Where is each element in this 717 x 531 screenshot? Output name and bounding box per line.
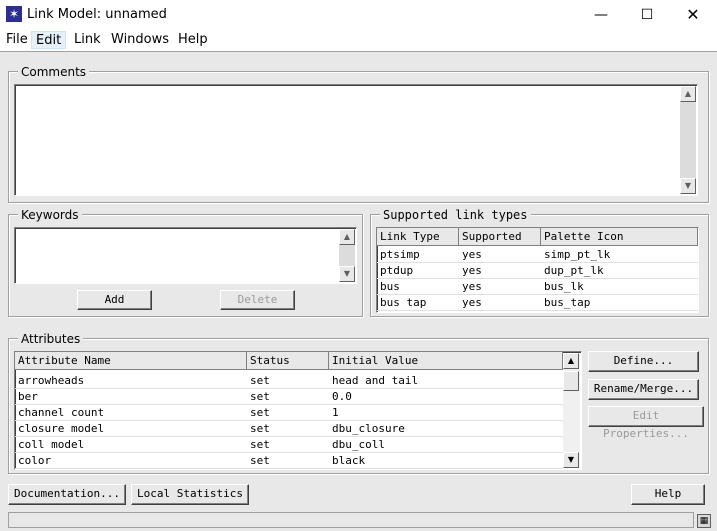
table-row[interactable]: channel count set 1 xyxy=(15,405,563,421)
attribute-status-cell: set xyxy=(250,454,270,467)
attribute-value-cell: head and tail xyxy=(332,374,419,387)
attribute-name-cell: coll model xyxy=(18,438,85,451)
local-statistics-button[interactable]: Local Statistics xyxy=(131,484,249,505)
comments-label: Comments xyxy=(18,65,90,79)
add-keyword-button[interactable]: Add xyxy=(77,290,152,310)
attribute-status-cell: set xyxy=(250,438,270,451)
menu-link[interactable]: Link xyxy=(70,31,105,49)
window-title: Link Model: unnamed xyxy=(27,7,167,22)
menu-file[interactable]: File xyxy=(2,31,32,49)
scroll-thumb[interactable] xyxy=(563,371,579,391)
attribute-status-cell: set xyxy=(250,422,270,435)
attributes-scrollbar[interactable]: ▲ ▼ xyxy=(563,353,580,468)
comments-scrollbar[interactable]: ▲ ▼ xyxy=(680,86,696,194)
scroll-down-icon[interactable]: ▼ xyxy=(563,452,579,468)
link-types-header-type[interactable]: Link Type xyxy=(377,228,459,246)
close-button[interactable]: ✕ xyxy=(670,0,716,30)
attribute-value-cell: black xyxy=(332,454,366,467)
minimize-button[interactable]: — xyxy=(578,0,624,30)
palette-icon-cell: bus_tap xyxy=(544,296,591,309)
table-row[interactable]: bus tap yes bus_tap xyxy=(377,295,698,311)
table-row[interactable]: coll model set dbu_coll xyxy=(15,437,563,453)
link-type-cell: bus tap xyxy=(380,296,427,309)
attribute-name-cell: channel count xyxy=(18,406,105,419)
table-row[interactable]: bus yes bus_lk xyxy=(377,279,698,295)
attributes-header-status[interactable]: Status xyxy=(247,352,329,370)
table-row[interactable]: arrowheads set head and tail xyxy=(15,373,563,389)
attributes-label: Attributes xyxy=(18,332,84,346)
supported-cell: yes xyxy=(462,280,482,293)
rename-merge-button[interactable]: Rename/Merge... xyxy=(588,379,699,400)
attribute-name-cell: arrowheads xyxy=(18,374,85,387)
link-types-label: Supported link types xyxy=(380,208,531,222)
supported-cell: yes xyxy=(462,296,482,309)
scroll-up-icon[interactable]: ▲ xyxy=(563,353,579,369)
keywords-scrollbar[interactable]: ▲ ▼ xyxy=(339,229,355,282)
table-row[interactable]: ptdup yes dup_pt_lk xyxy=(377,263,698,279)
star-icon: ✶ xyxy=(6,6,22,22)
link-type-cell: bus xyxy=(380,280,400,293)
link-types-header-icon[interactable]: Palette Icon xyxy=(541,228,698,246)
keywords-list[interactable] xyxy=(14,227,357,284)
attribute-status-cell: set xyxy=(250,406,270,419)
scroll-down-icon[interactable]: ▼ xyxy=(680,178,696,194)
help-button[interactable]: Help xyxy=(631,484,705,505)
supported-cell: yes xyxy=(462,248,482,261)
attribute-name-cell: color xyxy=(18,454,52,467)
scroll-down-icon[interactable]: ▼ xyxy=(339,266,355,282)
attribute-value-cell: dbu_coll xyxy=(332,438,385,451)
define-button[interactable]: Define... xyxy=(588,351,699,372)
status-icon[interactable]: ▦ xyxy=(697,514,711,528)
edit-properties-button[interactable]: Edit Properties... xyxy=(588,406,704,440)
status-bar xyxy=(8,512,694,528)
attribute-status-cell: set xyxy=(250,374,270,387)
attribute-value-cell: dbu_closure xyxy=(332,422,405,435)
table-row[interactable]: ptsimp yes simp_pt_lk xyxy=(377,247,698,263)
table-row[interactable]: closure model set dbu_closure xyxy=(15,421,563,437)
comments-textarea[interactable] xyxy=(14,84,698,196)
link-type-cell: ptdup xyxy=(380,264,414,277)
palette-icon-cell: bus_lk xyxy=(544,280,584,293)
attribute-value-cell: 0.0 xyxy=(332,390,352,403)
attribute-value-cell: 1 xyxy=(332,406,339,419)
attributes-header-value[interactable]: Initial Value xyxy=(329,352,563,370)
palette-icon-cell: simp_pt_lk xyxy=(544,248,611,261)
scroll-up-icon[interactable]: ▲ xyxy=(339,229,355,245)
scroll-up-icon[interactable]: ▲ xyxy=(680,86,696,102)
palette-icon-cell: dup_pt_lk xyxy=(544,264,604,277)
attribute-status-cell: set xyxy=(250,390,270,403)
link-type-cell: ptsimp xyxy=(380,248,420,261)
menu-edit[interactable]: Edit xyxy=(31,31,67,49)
menu-help[interactable]: Help xyxy=(174,31,212,49)
attribute-name-cell: closure model xyxy=(18,422,105,435)
link-types-header-supported[interactable]: Supported xyxy=(459,228,541,246)
maximize-button[interactable]: ☐ xyxy=(624,0,670,30)
attributes-table[interactable]: Attribute Name Status Initial Value arro… xyxy=(14,351,582,470)
table-row[interactable]: color set black xyxy=(15,453,563,469)
supported-cell: yes xyxy=(462,264,482,277)
attributes-header-name[interactable]: Attribute Name xyxy=(15,352,247,370)
delete-keyword-button[interactable]: Delete xyxy=(220,290,295,310)
attribute-name-cell: ber xyxy=(18,390,38,403)
menu-windows[interactable]: Windows xyxy=(107,31,173,49)
link-types-table[interactable]: Link Type Supported Palette Icon ptsimp … xyxy=(376,227,699,313)
keywords-label: Keywords xyxy=(18,208,82,222)
table-row[interactable]: ber set 0.0 xyxy=(15,389,563,405)
documentation-button[interactable]: Documentation... xyxy=(8,484,126,505)
